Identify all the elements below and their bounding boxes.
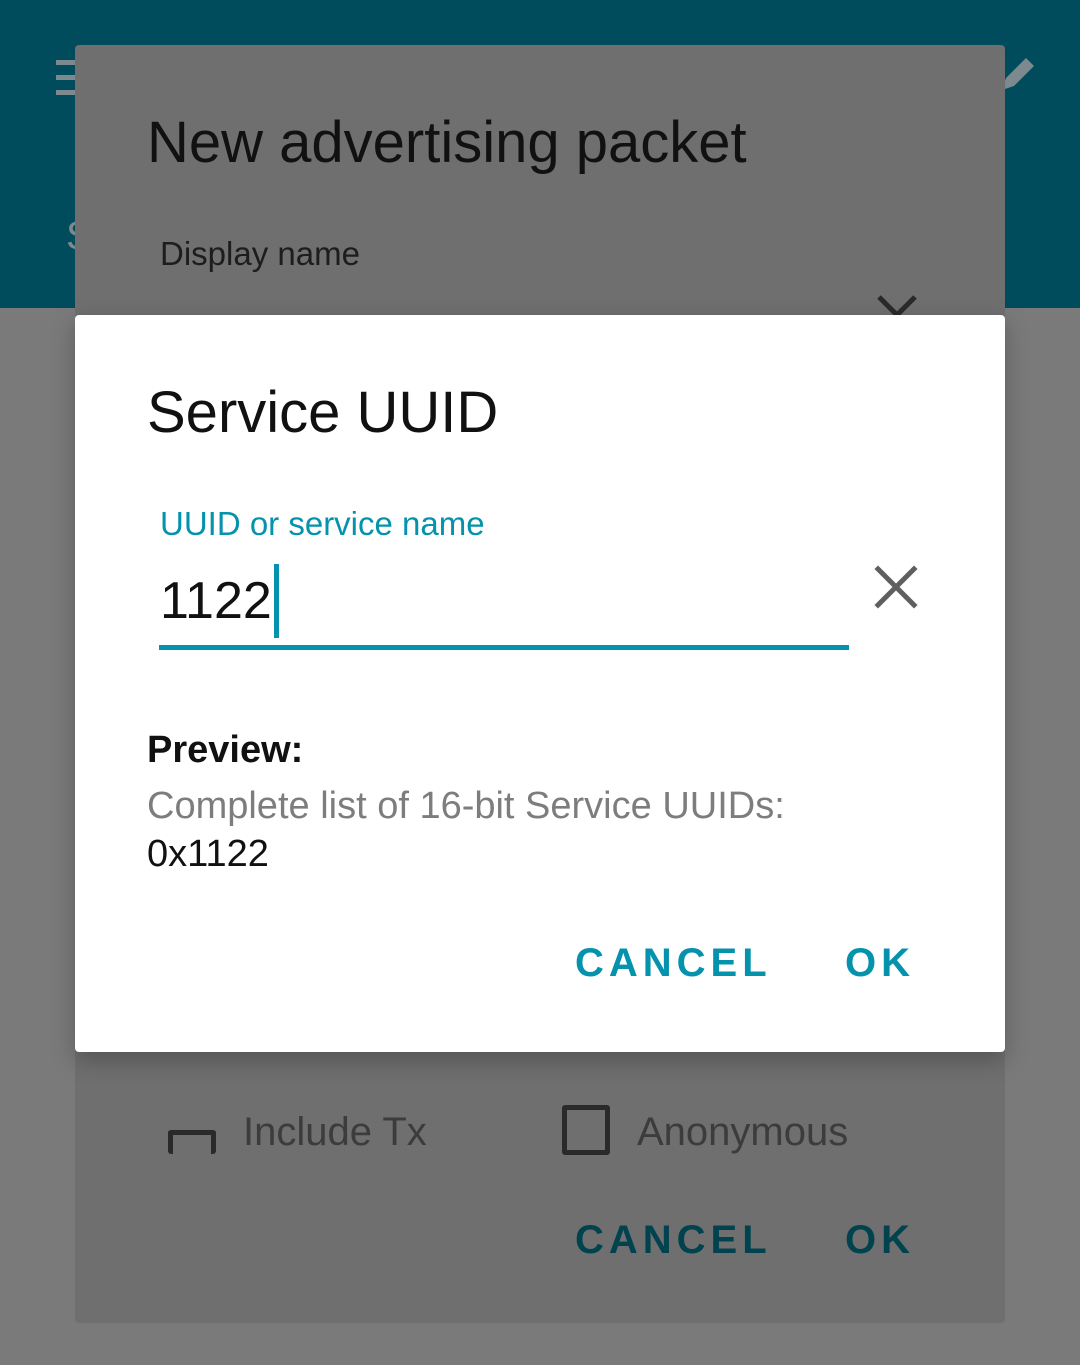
text-caret: [273, 564, 279, 638]
dialog-title: New advertising packet: [147, 110, 747, 175]
dialog-title: Service UUID: [147, 380, 499, 445]
close-icon: [877, 295, 917, 315]
uuid-field-label: UUID or service name: [160, 505, 485, 542]
display-name-label: Display name: [160, 235, 360, 272]
preview-heading: Preview:: [147, 729, 304, 771]
preview-value: 0x1122: [147, 833, 269, 875]
cancel-button[interactable]: CANCEL: [575, 941, 772, 986]
uuid-input-underline: [159, 645, 849, 650]
anonymous-label: Anonymous: [637, 1110, 849, 1154]
uuid-input-value[interactable]: 1122: [160, 566, 272, 636]
anonymous-checkbox[interactable]: [562, 1105, 610, 1155]
ok-button[interactable]: OK: [845, 941, 915, 986]
ok-button[interactable]: OK: [845, 1218, 915, 1263]
include-tx-label: Include Tx: [243, 1110, 427, 1154]
uuid-input[interactable]: 1122: [160, 561, 279, 641]
service-uuid-dialog: Service UUID UUID or service name 1122 P…: [75, 315, 1005, 1052]
include-tx-checkbox[interactable]: [168, 1130, 216, 1154]
close-icon[interactable]: [872, 563, 920, 611]
preview-description: Complete list of 16-bit Service UUIDs:: [147, 785, 785, 827]
cancel-button[interactable]: CANCEL: [575, 1218, 772, 1263]
